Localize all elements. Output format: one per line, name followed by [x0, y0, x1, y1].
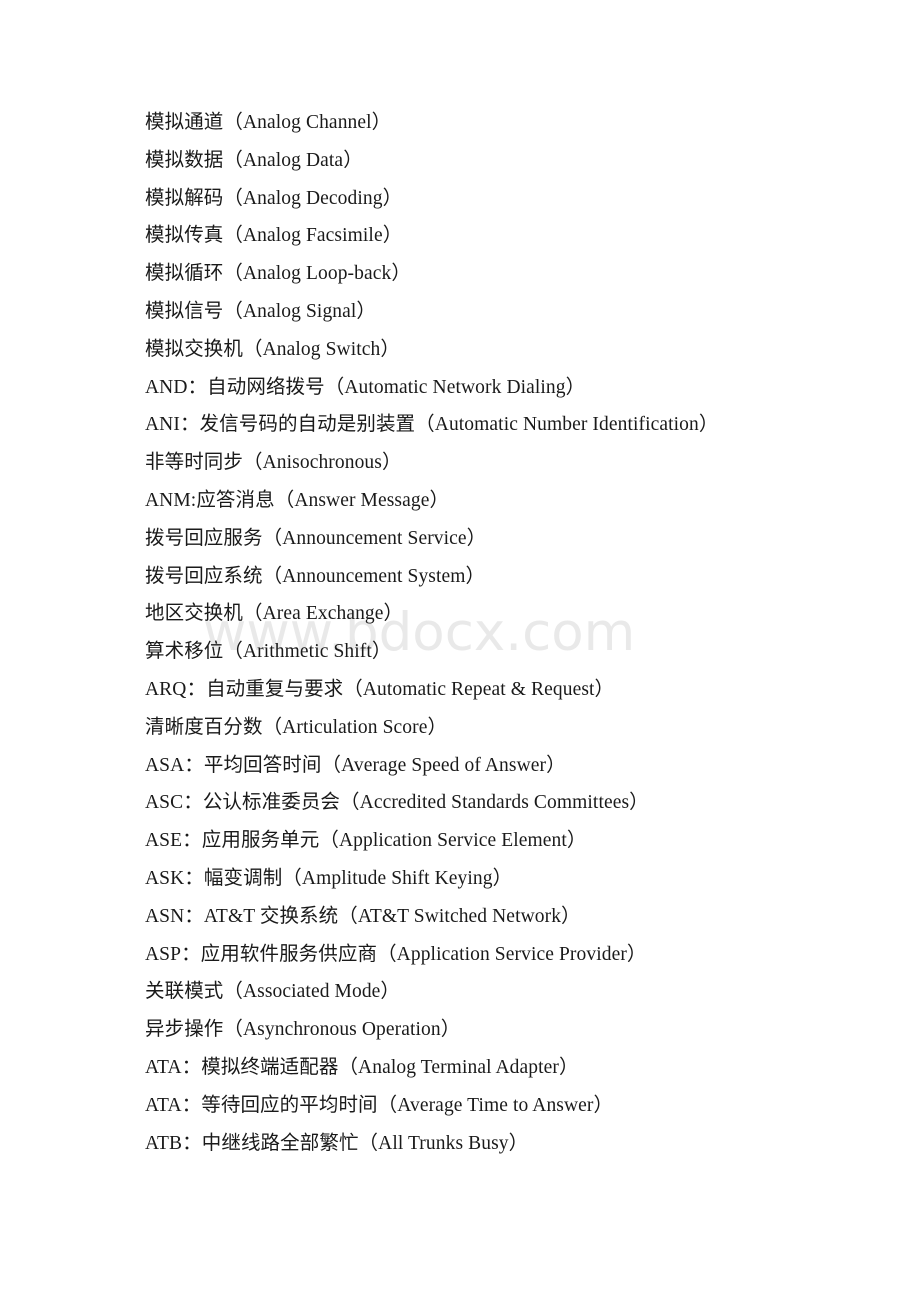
glossary-entry: 模拟数据（Analog Data）: [145, 149, 363, 171]
glossary-entry: 关联模式（Associated Mode）: [145, 981, 401, 1003]
glossary-entry: 地区交换机（Area Exchange）: [145, 603, 404, 625]
glossary-entry: 异步操作（Asynchronous Operation）: [145, 1019, 461, 1041]
document-page: www.bdocx.com 模拟通道（Analog Channel） 模拟数据（A…: [0, 0, 920, 1302]
glossary-entry: AND：自动网络拨号（Automatic Network Dialing）: [145, 376, 586, 398]
glossary-entry: 模拟信号（Analog Signal）: [145, 300, 377, 322]
glossary-entry: 模拟传真（Analog Facsimile）: [145, 225, 403, 247]
glossary-entry: 非等时同步（Anisochronous）: [145, 452, 402, 474]
glossary-list: 模拟通道（Analog Channel） 模拟数据（Analog Data） 模拟解…: [145, 104, 845, 1162]
glossary-entry: ASE：应用服务单元（Application Service Element）: [145, 830, 587, 852]
glossary-entry: 模拟通道（Analog Channel）: [145, 112, 392, 133]
glossary-entry: ANM:应答消息（Answer Message）: [145, 489, 450, 511]
glossary-entry: ASN：AT&T 交换系统（AT&T Switched Network）: [145, 905, 581, 927]
glossary-entry: 拨号回应系统（Announcement System）: [145, 565, 486, 587]
glossary-entry: ASC：公认标准委员会（Accredited Standards Committ…: [145, 792, 649, 814]
glossary-entry: ARQ：自动重复与要求（Automatic Repeat & Request）: [145, 678, 615, 700]
glossary-entry: ATA：模拟终端适配器（Analog Terminal Adapter）: [145, 1056, 579, 1078]
glossary-entry: ATA：等待回应的平均时间（Average Time to Answer）: [145, 1094, 614, 1116]
glossary-entry: ATB：中继线路全部繁忙（All Trunks Busy）: [145, 1132, 529, 1154]
glossary-entry: ANI：发信号码的自动是别装置（Automatic Number Identif…: [145, 414, 719, 436]
glossary-entry: 算术移位（Arithmetic Shift）: [145, 641, 392, 663]
glossary-entry: ASP：应用软件服务供应商（Application Service Provid…: [145, 943, 647, 965]
glossary-entry: 模拟循环（Analog Loop-back）: [145, 263, 411, 285]
glossary-entry: ASA：平均回答时间（Average Speed of Answer）: [145, 754, 566, 776]
glossary-entry: 拨号回应服务（Announcement Service）: [145, 527, 487, 549]
glossary-entry: 模拟交换机（Analog Switch）: [145, 338, 400, 360]
glossary-entry: 模拟解码（Analog Decoding）: [145, 187, 403, 209]
glossary-entry: 清晰度百分数（Articulation Score）: [145, 716, 448, 738]
glossary-entry: ASK：幅变调制（Amplitude Shift Keying）: [145, 867, 513, 889]
